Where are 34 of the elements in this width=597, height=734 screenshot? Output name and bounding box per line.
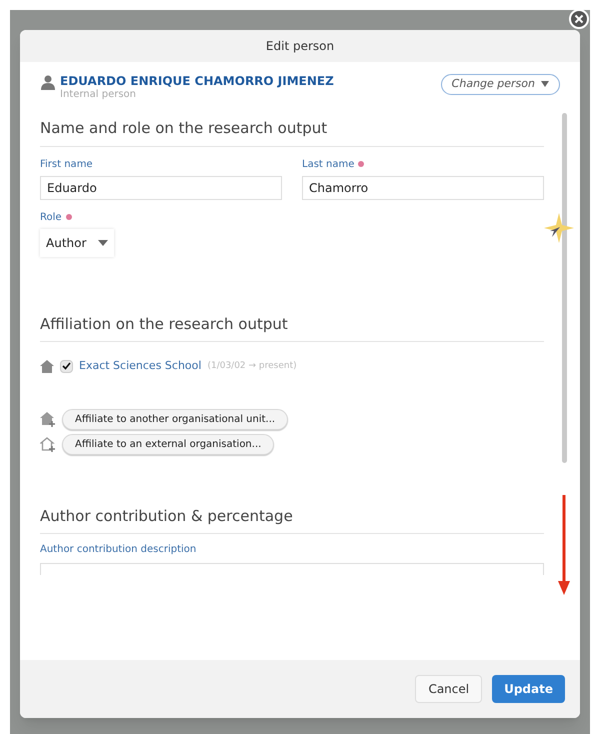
down-arrow-icon xyxy=(558,495,570,595)
person-icon xyxy=(40,74,56,90)
cancel-button[interactable]: Cancel xyxy=(415,675,482,703)
required-mark-icon xyxy=(66,214,72,220)
caret-icon xyxy=(98,240,108,246)
person-type: Internal person xyxy=(60,89,137,101)
scrollbar[interactable] xyxy=(562,113,566,463)
role-dropdown[interactable]: Author xyxy=(40,228,114,256)
cursor-sparkle-icon xyxy=(542,211,576,245)
affiliate-button[interactable]: Affiliate to an external organisation... xyxy=(62,434,274,454)
checkmark-icon xyxy=(62,362,71,370)
affiliation-checkbox[interactable] xyxy=(60,360,73,373)
house-outline-icon xyxy=(40,436,56,452)
required-mark-icon xyxy=(358,160,364,167)
section-heading: Author contribution & percentage xyxy=(40,504,544,534)
affiliation-period: (1/03/02 → present) xyxy=(207,360,297,372)
text-field[interactable]: Eduardo xyxy=(40,176,282,200)
house-icon xyxy=(40,360,54,373)
dialog-title: Edit person xyxy=(20,30,580,62)
affiliation-name[interactable]: Exact Sciences School xyxy=(79,358,202,374)
section-heading: Affiliation on the research output xyxy=(40,312,544,342)
close-icon[interactable] xyxy=(568,8,590,30)
change-person-button[interactable]: Change person xyxy=(440,74,560,94)
field-label: Last name xyxy=(302,156,544,172)
field-label: Role xyxy=(40,210,544,224)
affiliate-button[interactable]: Affiliate to another organisational unit... xyxy=(62,408,288,430)
field-label: Author contribution description xyxy=(40,543,198,557)
update-button[interactable]: Update xyxy=(492,675,565,703)
caret-icon xyxy=(541,81,549,88)
house-plus-icon xyxy=(40,412,56,426)
section-heading: Name and role on the research output xyxy=(40,111,544,146)
person-name: EDUARDO ENRIQUE CHAMORRO JIMENEZ xyxy=(60,74,334,89)
text-field[interactable]: Chamorro xyxy=(302,176,544,200)
field-label: First name xyxy=(40,158,94,172)
